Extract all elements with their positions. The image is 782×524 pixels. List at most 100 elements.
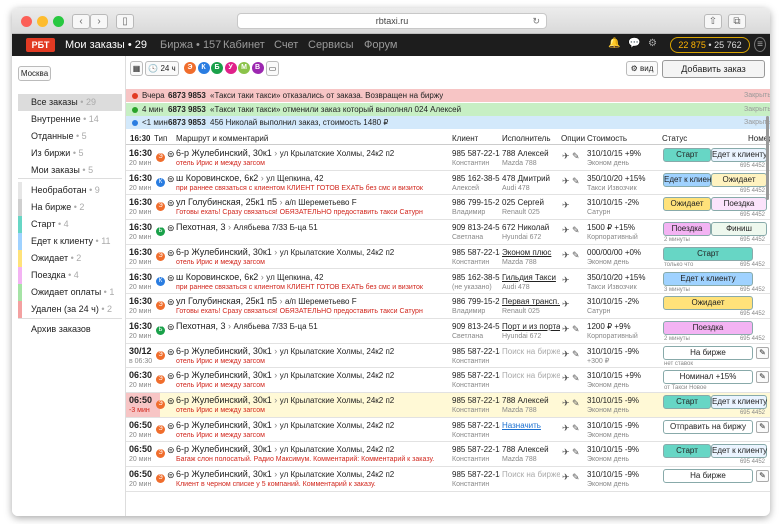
table-row[interactable]: 06:50 20 мин Э ⊜ 6-р Жулебинский, 30к1 › ул … bbox=[126, 418, 770, 443]
executor-cell[interactable]: Поиск на бирже bbox=[502, 370, 560, 381]
status-button[interactable]: Старт bbox=[663, 148, 711, 162]
sidebar-item[interactable]: Архив заказов bbox=[18, 321, 122, 338]
client-cell[interactable]: 985 587-22-14 Константин bbox=[452, 370, 500, 390]
client-cell[interactable]: 985 587-22-14 Константин bbox=[452, 247, 500, 267]
city-selector[interactable]: Москва bbox=[18, 66, 51, 81]
view-button[interactable]: ⚙ вид bbox=[626, 61, 658, 76]
table-row[interactable]: 16:30 20 мин К ⊜ ш Коровинское, 6к2 › ул Щеп… bbox=[126, 270, 770, 295]
table-row[interactable]: 16:30 20 мин Э ⊜ 6-р Жулебинский, 30к1 › ул … bbox=[126, 146, 770, 171]
tariff-circle[interactable]: М bbox=[238, 62, 250, 74]
executor-cell[interactable]: 478 Дмитрий Audi 478 bbox=[502, 173, 560, 193]
edit-icon[interactable]: ✎ bbox=[756, 470, 769, 483]
scrollbar[interactable] bbox=[766, 116, 769, 200]
table-row[interactable]: 16:30 20 мин Э ⊜ ул Голубинская, 25к1 п5 › а… bbox=[126, 195, 770, 221]
status-button[interactable]: Едет к клиенту bbox=[663, 271, 753, 286]
sidebar-item[interactable]: Отданные • 5 bbox=[18, 128, 122, 145]
status-button[interactable]: Поездка bbox=[663, 320, 753, 335]
status-button[interactable]: На бирже bbox=[663, 469, 753, 484]
grid-view-icon[interactable]: ▦ bbox=[130, 61, 143, 76]
status-button[interactable]: Ожидает bbox=[663, 296, 753, 311]
table-row[interactable]: 16:30 20 мин Э ⊜ ул Голубинская, 25к1 п5 › а… bbox=[126, 294, 770, 319]
route-cell[interactable]: 6-р Жулебинский, 30к1 › ул Крылатские Хо… bbox=[176, 395, 448, 415]
status-button[interactable]: Отправить на биржу bbox=[663, 419, 753, 434]
tariff-circle[interactable]: Э bbox=[184, 62, 196, 74]
route-cell[interactable]: Пехотная, 3 › Алябьева 7/33 Б-ца 51 bbox=[176, 222, 448, 233]
status-button[interactable]: Едет к клиенту bbox=[711, 444, 767, 459]
nav-cabinet[interactable]: Кабинет bbox=[223, 34, 265, 56]
chat-icon[interactable]: 💬 bbox=[628, 38, 640, 49]
status-button[interactable]: Ожидает bbox=[663, 197, 711, 212]
route-cell[interactable]: ул Голубинская, 25к1 п5 › а/п Шереметьев… bbox=[176, 296, 448, 316]
status-button[interactable]: Старт bbox=[663, 395, 711, 409]
tariff-circle[interactable]: К bbox=[197, 62, 210, 74]
executor-cell[interactable]: Эконом плюс Mazda 788 bbox=[502, 247, 560, 267]
route-cell[interactable]: ш Коровинское, 6к2 › ул Щепкина, 42 при р… bbox=[176, 272, 448, 292]
settings-icon[interactable]: ⚙ bbox=[648, 38, 657, 49]
route-cell[interactable]: ул Голубинская, 25к1 п5 › а/п Шереметьев… bbox=[176, 197, 448, 217]
notification-phone[interactable]: 6873 9853 bbox=[168, 116, 206, 129]
status-button[interactable]: Поездка bbox=[711, 197, 767, 212]
executor-name[interactable]: Назначить bbox=[502, 420, 560, 431]
reload-icon[interactable]: ↻ bbox=[532, 14, 540, 29]
sidebar-item[interactable]: Внутренние • 14 bbox=[18, 111, 122, 128]
status-button[interactable]: Старт bbox=[663, 246, 753, 261]
notification-phone[interactable]: 6873 9853 bbox=[168, 89, 206, 102]
nav-forum[interactable]: Форум bbox=[364, 34, 397, 56]
executor-cell[interactable]: 788 Алексей Mazda 788 bbox=[502, 148, 560, 168]
route-cell[interactable]: 6-р Жулебинский, 30к1 › ул Крылатские Хо… bbox=[176, 420, 448, 440]
nav-services[interactable]: Сервисы bbox=[308, 34, 354, 56]
client-cell[interactable]: 986 799-15-21 Владимир bbox=[452, 197, 500, 217]
route-cell[interactable]: ш Коровинское, 6к2 › ул Щепкина, 42 при р… bbox=[176, 173, 448, 193]
table-row[interactable]: 16:30 20 мин Э ⊜ 6-р Жулебинский, 30к1 › ул … bbox=[126, 245, 770, 270]
executor-cell[interactable]: 672 Николай Hyundai 672 bbox=[502, 222, 560, 242]
client-cell[interactable]: 909 813-24-55 Светлана bbox=[452, 321, 500, 341]
tariff-circle[interactable]: В bbox=[251, 62, 264, 74]
bell-icon[interactable]: 🔔 bbox=[608, 38, 620, 49]
route-cell[interactable]: 6-р Жулебинский, 30к1 › ул Крылатские Хо… bbox=[176, 247, 448, 267]
status-button[interactable]: Финиш bbox=[711, 222, 767, 237]
sidebar-item[interactable]: Мои заказы • 5 bbox=[18, 162, 122, 179]
status-button[interactable]: Едет к клиенту bbox=[663, 172, 719, 187]
status-button[interactable]: Едет к клиенту bbox=[711, 148, 767, 162]
edit-icon[interactable]: ✎ bbox=[756, 346, 769, 359]
table-row[interactable]: 06:30 20 мин Э ⊜ 6-р Жулебинский, 30к1 › ул … bbox=[126, 368, 770, 393]
executor-cell[interactable]: Гильдия Такси Audi 478 bbox=[502, 272, 560, 292]
status-button[interactable]: Поездка bbox=[663, 222, 711, 237]
client-cell[interactable]: 985 587-22-14 Константин bbox=[452, 148, 500, 168]
route-cell[interactable]: 6-р Жулебинский, 30к1 › ул Крылатские Хо… bbox=[176, 346, 448, 366]
period-filter[interactable]: 🕓 24 ч bbox=[145, 61, 179, 76]
nav-my-orders[interactable]: Мои заказы • 29 bbox=[65, 34, 147, 56]
table-row[interactable]: 16:30 20 мин Б ⊜ Пехотная, 3 › Алябьева 7/33… bbox=[126, 220, 770, 245]
forward-icon[interactable]: › bbox=[90, 14, 108, 29]
edit-icon[interactable]: ✎ bbox=[756, 371, 769, 384]
client-cell[interactable]: 985 162-38-57 (не указано) bbox=[452, 272, 500, 292]
close-dot[interactable] bbox=[21, 16, 32, 27]
sidebar-item[interactable]: Из биржи • 5 bbox=[18, 145, 122, 162]
client-cell[interactable]: 985 587-22-14 Константин bbox=[452, 469, 500, 489]
tariff-circle[interactable]: У bbox=[224, 62, 237, 74]
route-cell[interactable]: 6-р Жулебинский, 30к1 › ул Крылатские Хо… bbox=[176, 148, 448, 168]
address-bar[interactable]: rbtaxi.ru ↻ bbox=[237, 13, 547, 29]
executor-cell[interactable]: Порт и из порта Hyundai 672 bbox=[502, 321, 560, 341]
tariff-circle[interactable]: Б bbox=[211, 62, 223, 74]
sidebar-item[interactable]: Удален (за 24 ч) • 2 bbox=[18, 301, 122, 318]
executor-cell[interactable]: 788 Алексей Mazda 788 bbox=[502, 395, 560, 415]
executor-cell[interactable]: Назначить bbox=[502, 420, 560, 431]
sidebar-item[interactable]: Едет к клиенту • 11 bbox=[18, 233, 122, 250]
sidebar-item[interactable]: Ожидает • 2 bbox=[18, 250, 122, 267]
notification-phone[interactable]: 6873 9853 bbox=[168, 103, 206, 116]
executor-cell[interactable]: 025 Сергей Renault 025 bbox=[502, 197, 560, 217]
sidebar-icon[interactable]: ▯ bbox=[116, 14, 134, 29]
table-row[interactable]: 16:30 20 мин Б ⊜ Пехотная, 3 › Алябьева 7/33… bbox=[126, 319, 770, 344]
client-cell[interactable]: 985 162-38-57 Алексей bbox=[452, 173, 500, 193]
tabs-icon[interactable]: ⧉ bbox=[728, 14, 746, 29]
nav-exchange[interactable]: Биржа • 157 bbox=[160, 34, 221, 56]
table-row[interactable]: 16:30 20 мин К ⊜ ш Коровинское, 6к2 › ул Щеп… bbox=[126, 171, 770, 196]
logo[interactable]: РБТ bbox=[26, 38, 55, 52]
back-icon[interactable]: ‹ bbox=[72, 14, 90, 29]
status-button[interactable]: На бирже bbox=[663, 345, 753, 360]
card-icon[interactable]: ▭ bbox=[266, 61, 279, 76]
sidebar-item[interactable]: Ожидает оплаты • 1 bbox=[18, 284, 122, 301]
minimize-dot[interactable] bbox=[37, 16, 48, 27]
add-order-button[interactable]: Добавить заказ bbox=[662, 60, 765, 78]
